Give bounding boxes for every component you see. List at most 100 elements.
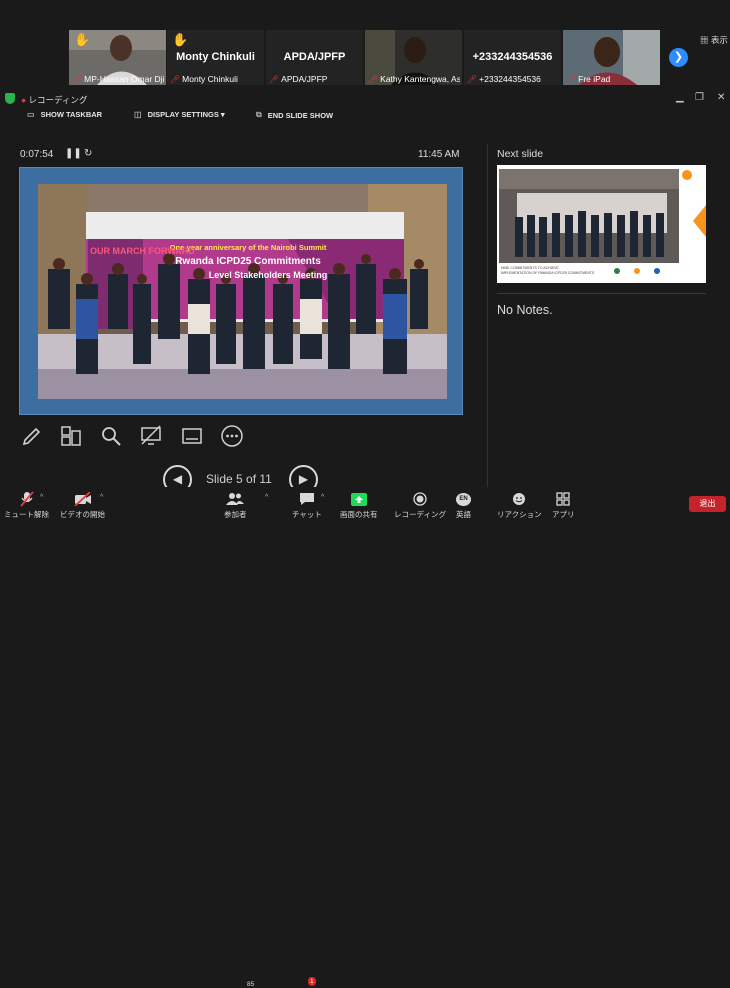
mute-options-caret-icon[interactable]: ^ bbox=[40, 494, 43, 501]
start-video-button[interactable]: ビデオの開始 bbox=[60, 491, 105, 520]
participant-name: MP-Hassan Omar Djib... bbox=[84, 74, 164, 84]
record-dot-icon: ● bbox=[21, 95, 27, 105]
chat-button[interactable]: チャット bbox=[292, 491, 322, 520]
apps-button[interactable]: アプリ bbox=[552, 491, 575, 520]
participant-caption: 🎤︎ +233244354536 bbox=[467, 74, 541, 84]
muted-mic-icon: 🎤︎ bbox=[72, 74, 83, 84]
participant-caption: 🎤︎ Fre iPad bbox=[566, 74, 610, 84]
screen-slash-icon bbox=[141, 425, 161, 445]
end-slide-show-label: END SLIDE SHOW bbox=[267, 110, 334, 120]
share-screen-icon bbox=[350, 491, 367, 507]
show-taskbar-label: SHOW TASKBAR bbox=[40, 110, 103, 119]
mic-muted-icon bbox=[19, 491, 34, 507]
clock: 11:45 AM bbox=[418, 149, 460, 160]
recording-button[interactable]: レコーディング bbox=[394, 491, 446, 520]
participant-tile[interactable]: 🎤︎Kathy Kantengwa, Assista... bbox=[365, 30, 462, 85]
presenter-toolbar: ▭ SHOW TASKBAR ◫ DISPLAY SETTINGS ▾ ⧉ END S… bbox=[0, 108, 730, 124]
black-screen-button[interactable] bbox=[139, 425, 163, 447]
end-slide-show-button[interactable]: ⧉ END SLIDE SHOW bbox=[256, 110, 333, 120]
all-slides-button[interactable] bbox=[59, 425, 83, 447]
magnifier-icon bbox=[102, 427, 121, 446]
zoom-button[interactable] bbox=[99, 425, 123, 447]
participants-icon bbox=[226, 491, 245, 507]
participants-button[interactable]: 参加者 bbox=[224, 491, 247, 520]
slide-photo: One-year anniversary of the Nairobi Summ… bbox=[38, 184, 447, 399]
end-show-icon: ⧉ bbox=[256, 110, 262, 119]
next-slide-label: Next slide bbox=[497, 148, 544, 160]
restart-icon[interactable]: ↻ bbox=[84, 148, 92, 159]
next-slide-caption-2: IMPLEMENTATION OF RWANDA ICPD25 COMMITME… bbox=[501, 271, 595, 275]
video-options-caret-icon[interactable]: ^ bbox=[100, 494, 103, 501]
display-settings-label: DISPLAY SETTINGS ▾ bbox=[147, 110, 225, 119]
elapsed-timer: 0:07:54 bbox=[20, 149, 54, 160]
participant-display-name: Monty Chinkuli bbox=[176, 51, 255, 63]
chat-icon bbox=[299, 491, 315, 507]
participant-tile[interactable]: 🎤︎ Fre iPad bbox=[563, 30, 660, 85]
participant-caption: 🎤︎ APDA/JPFP bbox=[269, 74, 327, 84]
pause-icon[interactable]: ❚❚ bbox=[65, 148, 82, 159]
display-settings-button[interactable]: ◫ DISPLAY SETTINGS ▾ bbox=[134, 110, 225, 119]
chat-caret-icon[interactable]: ^ bbox=[321, 494, 324, 501]
language-button[interactable]: EN 英語 bbox=[456, 491, 471, 520]
panel-divider bbox=[487, 144, 488, 489]
muted-mic-icon: 🎤︎ bbox=[566, 74, 577, 84]
participant-caption: 🎤︎Kathy Kantengwa, Assista... bbox=[368, 74, 460, 84]
participant-tile[interactable]: +233244354536 🎤︎ +233244354536 bbox=[464, 30, 561, 85]
unmute-label: ミュート解除 bbox=[4, 510, 49, 519]
participant-display-name: +233244354536 bbox=[472, 51, 553, 63]
subtitles-icon bbox=[182, 428, 202, 444]
reactions-button[interactable]: リアクション bbox=[497, 491, 542, 520]
recording-indicator: ● レコーディング bbox=[21, 94, 87, 106]
language-label: 英語 bbox=[456, 510, 471, 519]
minimize-icon[interactable]: ▁ bbox=[676, 92, 684, 103]
next-slide-thumbnail[interactable]: NINE COMMITMENTS TO ACHIEVE IMPLEMENTATI… bbox=[497, 165, 706, 283]
participant-tile[interactable]: ✋ 🎤︎MP-Hassan Omar Djib... bbox=[69, 30, 166, 85]
chevron-left-icon: ◀ bbox=[172, 472, 183, 486]
more-icon bbox=[221, 425, 243, 447]
more-options-button[interactable] bbox=[220, 425, 244, 447]
gallery-next-button[interactable]: ❯ bbox=[669, 48, 688, 67]
current-slide: One-year anniversary of the Nairobi Summ… bbox=[19, 167, 463, 415]
recording-label: レコーディング bbox=[28, 95, 88, 105]
chevron-right-icon: ▶ bbox=[298, 472, 309, 486]
muted-mic-icon: 🎤︎ bbox=[170, 74, 181, 84]
next-slide-caption-1: NINE COMMITMENTS TO ACHIEVE bbox=[501, 266, 559, 270]
start-video-label: ビデオの開始 bbox=[60, 510, 105, 519]
share-screen-button[interactable]: 画面の共有 bbox=[340, 491, 378, 520]
apps-icon bbox=[556, 491, 570, 507]
participant-name: +233244354536 bbox=[479, 74, 541, 84]
reactions-label: リアクション bbox=[497, 510, 542, 519]
video-off-icon bbox=[73, 491, 92, 507]
muted-mic-icon: 🎤︎ bbox=[368, 74, 379, 84]
participant-caption: 🎤︎MP-Hassan Omar Djib... bbox=[72, 74, 164, 84]
recording-button-label: レコーディング bbox=[394, 510, 446, 519]
participants-caret-icon[interactable]: ^ bbox=[265, 494, 268, 501]
chat-unread-badge: 1 bbox=[308, 977, 316, 986]
participant-gallery: ✋ 🎤︎MP-Hassan Omar Djib... ✋ Monty Chink… bbox=[0, 0, 730, 90]
slides-grid-icon bbox=[61, 426, 81, 446]
window-titlebar: ● レコーディング ▁ ❐ ✕ bbox=[0, 90, 730, 108]
pen-tool-button[interactable] bbox=[20, 425, 44, 447]
group-photo: One-year anniversary of the Nairobi Summ… bbox=[38, 184, 447, 399]
participant-display-name: APDA/JPFP bbox=[283, 51, 346, 63]
pen-icon bbox=[22, 427, 41, 446]
close-icon[interactable]: ✕ bbox=[717, 92, 725, 103]
restore-icon[interactable]: ❐ bbox=[695, 92, 704, 103]
banner-line2: Rwanda ICPD25 Commitments bbox=[175, 256, 321, 267]
show-taskbar-button[interactable]: ▭ SHOW TASKBAR bbox=[27, 110, 102, 119]
leave-meeting-button[interactable]: 退出 bbox=[689, 496, 726, 512]
subtitles-button[interactable] bbox=[180, 425, 204, 447]
shield-icon bbox=[5, 93, 15, 104]
side-banner-text: OUR MARCH FORWARD bbox=[90, 246, 195, 256]
participant-tile[interactable]: ✋ Monty Chinkuli 🎤︎ Monty Chinkuli bbox=[167, 30, 264, 85]
view-label: 表示 bbox=[710, 35, 728, 45]
chat-label: チャット bbox=[292, 510, 322, 519]
participant-tile[interactable]: APDA/JPFP 🎤︎ APDA/JPFP bbox=[266, 30, 363, 85]
view-button[interactable]: ▦ 表示 bbox=[700, 34, 728, 46]
language-icon: EN bbox=[456, 491, 471, 507]
speaker-notes: No Notes. bbox=[497, 303, 553, 317]
grid-icon: ▦ bbox=[700, 35, 709, 45]
language-code: EN bbox=[456, 492, 471, 506]
participant-name: APDA/JPFP bbox=[281, 74, 328, 84]
next-slide-preview: NINE COMMITMENTS TO ACHIEVE IMPLEMENTATI… bbox=[497, 165, 706, 283]
